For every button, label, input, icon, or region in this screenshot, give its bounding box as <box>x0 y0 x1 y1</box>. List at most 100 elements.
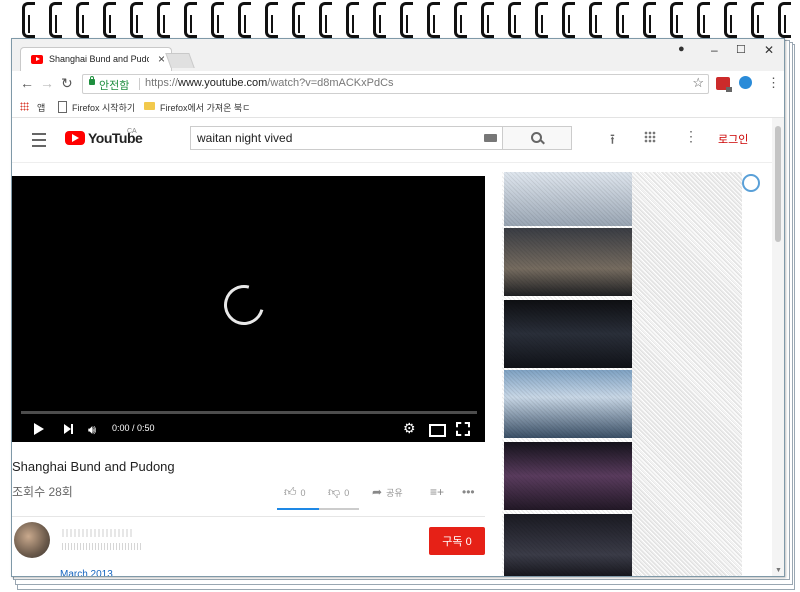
share-button[interactable]: ➦ 공유 <box>372 485 403 499</box>
youtube-logo-icon[interactable] <box>65 131 85 145</box>
search-input[interactable]: waitan night vived <box>190 126 504 150</box>
sentiment-bar <box>277 508 359 510</box>
bookmark-firefox-start[interactable]: Firefox 시작하기 <box>72 101 135 114</box>
search-query: waitan night vived <box>197 131 293 145</box>
search-button[interactable] <box>502 126 572 150</box>
thumbs-down-icon: 👎︎ <box>328 485 341 499</box>
bookmark-apps[interactable]: 앱 <box>37 101 45 114</box>
bookmarks-bar: 앱 Firefox 시작하기 Firefox에서 가져온 북ㄷ <box>12 97 784 118</box>
tab-title: Shanghai Bund and Pudong <box>49 54 149 64</box>
play-icon[interactable] <box>34 423 44 435</box>
scrollbar-thumb[interactable] <box>775 126 781 242</box>
url-text[interactable]: https://www.youtube.com/watch?v=d8mACKxP… <box>145 77 394 89</box>
browser-tab[interactable]: Shanghai Bund and Pudong × <box>20 47 172 72</box>
more-options-icon[interactable]: ⋮ <box>684 128 698 145</box>
tab-close-icon[interactable]: × <box>158 52 165 66</box>
youtube-page: YouTube CA waitan night vived ⭱ ⋮ 로그인 🔊︎… <box>12 118 784 576</box>
next-icon[interactable] <box>64 424 73 434</box>
address-separator <box>139 78 140 90</box>
binding-ring <box>454 2 467 38</box>
bookmark-firefox-import[interactable]: Firefox에서 가져온 북ㄷ <box>160 101 250 114</box>
browser-window: Shanghai Bund and Pudong × ● – ☐ ✕ ← → ↻… <box>11 38 785 577</box>
bookmark-star-icon[interactable]: ☆ <box>692 75 704 91</box>
theater-icon[interactable] <box>429 424 446 437</box>
binding-ring <box>427 2 440 38</box>
binding-ring <box>346 2 359 38</box>
apps-grid-icon[interactable] <box>20 102 29 111</box>
video-actions: 👍︎ 0 👎︎ 0 ➦ 공유 ≡+ ••• <box>282 483 482 503</box>
binding-ring <box>697 2 710 38</box>
video-player[interactable]: 🔊︎ 0:00 / 0:50 ⚙ <box>12 176 485 442</box>
binding-ring <box>724 2 737 38</box>
binding-ring <box>76 2 89 38</box>
binding-ring <box>778 2 791 38</box>
dislike-button[interactable]: 👎︎ 0 <box>328 485 349 500</box>
more-horizontal-icon: ••• <box>462 485 475 499</box>
close-window-button[interactable]: ✕ <box>764 43 774 57</box>
apps-icon[interactable] <box>644 131 656 143</box>
add-playlist-icon: ≡+ <box>430 485 445 499</box>
binding-ring <box>562 2 575 38</box>
related-videos-sidebar <box>502 172 772 576</box>
fullscreen-icon[interactable] <box>456 422 470 436</box>
extension-icon[interactable] <box>716 77 732 92</box>
binding-ring <box>103 2 116 38</box>
binding-ring <box>643 2 656 38</box>
binding-ring <box>49 2 62 38</box>
address-bar[interactable]: 안전함 https://www.youtube.com/watch?v=d8mA… <box>82 74 709 94</box>
browser-menu-icon[interactable]: ⋮ <box>767 75 780 91</box>
forward-arrow-icon[interactable]: → <box>40 75 54 91</box>
channel-avatar[interactable] <box>14 522 50 558</box>
search-icon <box>531 132 542 143</box>
extension-shield-icon[interactable] <box>739 76 752 89</box>
more-actions-button[interactable]: ••• <box>462 485 479 499</box>
binding-ring <box>211 2 224 38</box>
binding-ring <box>292 2 305 38</box>
url-scheme: https:// <box>145 77 179 89</box>
region-code: CA <box>127 128 137 135</box>
back-arrow-icon[interactable]: ← <box>20 75 34 91</box>
sentiment-fill <box>277 508 319 510</box>
binding-ring <box>589 2 602 38</box>
binding-ring <box>616 2 629 38</box>
youtube-favicon-icon <box>31 55 43 64</box>
login-button[interactable]: 로그인 <box>718 131 748 147</box>
binding-ring <box>130 2 143 38</box>
divider <box>12 516 485 517</box>
share-label: 공유 <box>386 488 403 498</box>
like-button[interactable]: 👍︎ 0 <box>284 485 306 500</box>
keyboard-icon[interactable] <box>484 134 497 142</box>
binding-ring <box>157 2 170 38</box>
scroll-down-arrow-icon[interactable]: ▼ <box>775 567 782 574</box>
folder-icon <box>144 102 155 110</box>
page-scrollbar[interactable]: ▼ <box>772 118 784 576</box>
lock-icon <box>89 76 95 85</box>
profile-icon[interactable]: ● <box>678 43 685 55</box>
progress-bar[interactable] <box>21 411 477 414</box>
minimize-button[interactable]: – <box>711 43 718 57</box>
player-controls: 🔊︎ 0:00 / 0:50 ⚙ <box>12 416 485 442</box>
share-icon: ➦ <box>372 485 383 499</box>
hamburger-menu-icon[interactable] <box>32 133 46 147</box>
thumbs-up-icon: 👍︎ <box>284 485 297 499</box>
upload-icon[interactable]: ⭱ <box>610 129 615 153</box>
binding-ring <box>400 2 413 38</box>
like-count: 0 <box>300 488 306 498</box>
secure-label: 안전함 <box>99 80 130 92</box>
youtube-header: YouTube CA waitan night vived ⭱ ⋮ 로그인 <box>12 118 772 163</box>
reload-icon[interactable]: ↻ <box>61 75 73 92</box>
binding-ring <box>22 2 35 38</box>
gear-icon[interactable]: ⚙ <box>403 420 416 437</box>
ad-badge-icon <box>742 174 760 192</box>
loading-spinner-icon <box>216 277 272 333</box>
new-tab-button[interactable] <box>165 53 195 68</box>
binding-ring <box>535 2 548 38</box>
url-path: /watch?v=d8mACKxPdCs <box>267 77 394 89</box>
volume-icon[interactable]: 🔊︎ <box>88 422 96 438</box>
maximize-button[interactable]: ☐ <box>736 43 746 56</box>
binding-ring <box>481 2 494 38</box>
add-to-playlist-button[interactable]: ≡+ <box>430 485 448 499</box>
binding-ring <box>265 2 278 38</box>
page-icon <box>58 101 67 113</box>
subscribe-button[interactable]: 구독 0 <box>429 527 485 555</box>
